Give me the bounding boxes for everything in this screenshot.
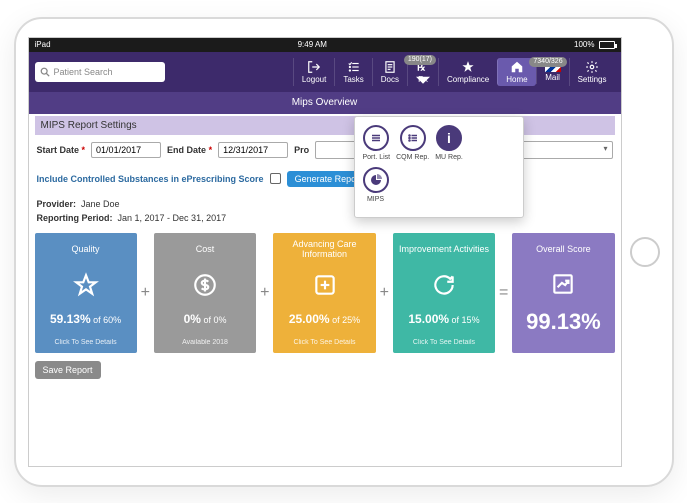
home-icon <box>510 60 524 74</box>
report-meta: Provider: Jane Doe Reporting Period: Jan… <box>35 193 615 229</box>
search-icon <box>40 67 50 77</box>
tasks-icon <box>347 60 361 74</box>
flyout-port-list[interactable]: Port. List <box>363 125 391 161</box>
nav-compliance[interactable]: Compliance <box>438 58 497 86</box>
start-date-input[interactable] <box>91 142 161 158</box>
card-aci[interactable]: Advancing Care Information 25.00% of 25%… <box>273 233 375 353</box>
mail-badge: 7340/326 <box>529 57 566 67</box>
star-icon <box>461 60 475 74</box>
equals-icon: = <box>499 284 508 302</box>
card-overall-value: 99.13% <box>526 309 601 335</box>
chart-up-icon <box>550 271 576 297</box>
card-quality-title: Quality <box>72 239 100 259</box>
battery-icon <box>599 41 615 49</box>
medical-plus-icon <box>312 272 338 298</box>
card-quality-sub: Click To See Details <box>55 339 117 346</box>
refresh-icon <box>431 272 457 298</box>
nav-tasks-label: Tasks <box>343 75 363 84</box>
flyout-mips-label: MIPS <box>367 196 384 203</box>
rx-badge: 190(17) <box>404 55 436 65</box>
clock: 9:49 AM <box>51 40 575 49</box>
card-ia-title: Improvement Activities <box>399 239 489 259</box>
flyout-mu-rep[interactable]: i MU Rep. <box>435 125 463 161</box>
meta-period-value: Jan 1, 2017 - Dec 31, 2017 <box>118 213 227 223</box>
end-date-input[interactable] <box>218 142 288 158</box>
nav-compliance-label: Compliance <box>447 75 489 84</box>
pie-icon <box>370 174 382 186</box>
card-overall-title: Overall Score <box>536 239 591 259</box>
home-flyout: Port. List CQM Rep. i MU Rep. MIPS <box>354 116 524 218</box>
top-nav: Logout Tasks Docs 190(17) ℞ Rx <box>167 58 615 86</box>
card-aci-title: Advancing Care Information <box>277 239 371 259</box>
card-quality[interactable]: Quality 59.13% of 60% Click To See Detai… <box>35 233 137 353</box>
card-ia-value: 15.00% <box>408 312 449 326</box>
info-icon: i <box>436 125 462 151</box>
card-ia-sub: Click To See Details <box>413 339 475 346</box>
chevron-down-icon <box>416 74 430 88</box>
date-row: Start Date * End Date * Pro <box>35 135 615 165</box>
controlled-substances-label: Include Controlled Substances in ePrescr… <box>37 174 264 184</box>
card-cost-value: 0% <box>184 312 201 326</box>
plus-icon: + <box>380 284 389 302</box>
star-outline-icon <box>73 272 99 298</box>
meta-provider-value: Jane Doe <box>81 199 120 209</box>
card-cost-title: Cost <box>196 239 215 259</box>
flyout-mu-label: MU Rep. <box>435 154 463 161</box>
flyout-port-label: Port. List <box>363 154 391 161</box>
nav-mail[interactable]: 7340/326 Mail <box>536 60 569 84</box>
status-bar: iPad 9:49 AM 100% <box>29 38 621 52</box>
docs-icon <box>383 60 397 74</box>
flyout-cqm-rep[interactable]: CQM Rep. <box>396 125 429 161</box>
meta-provider-label: Provider: <box>37 199 77 209</box>
ipad-frame: iPad 9:49 AM 100% Patient Search Logout … <box>14 17 674 487</box>
score-cards: Quality 59.13% of 60% Click To See Detai… <box>35 233 615 353</box>
nav-logout[interactable]: Logout <box>293 58 334 86</box>
sub-header-title: Mips Overview <box>292 97 358 108</box>
card-aci-sub: Click To See Details <box>293 339 355 346</box>
save-report-button[interactable]: Save Report <box>35 361 101 379</box>
patient-search-input[interactable]: Patient Search <box>35 62 165 82</box>
card-quality-value: 59.13% <box>50 312 91 326</box>
nav-logout-label: Logout <box>302 75 326 84</box>
controlled-row: Include Controlled Substances in ePrescr… <box>35 165 615 193</box>
card-aci-value: 25.00% <box>289 312 330 326</box>
nav-docs-label: Docs <box>381 75 399 84</box>
top-nav-bar: Patient Search Logout Tasks Docs 190(17) <box>29 52 621 92</box>
card-ia[interactable]: Improvement Activities 15.00% of 15% Cli… <box>393 233 495 353</box>
end-date-label: End Date * <box>167 145 212 155</box>
carrier-label: iPad <box>35 40 51 49</box>
flyout-mips[interactable]: MIPS <box>363 167 389 203</box>
gear-icon <box>585 60 599 74</box>
nav-settings[interactable]: Settings <box>569 58 615 86</box>
battery-percent: 100% <box>574 40 594 49</box>
card-overall[interactable]: Overall Score 99.13% <box>512 233 614 353</box>
card-cost-sub: Available 2018 <box>182 339 228 346</box>
nav-settings-label: Settings <box>578 75 607 84</box>
screen: iPad 9:49 AM 100% Patient Search Logout … <box>28 37 622 467</box>
plus-icon: + <box>260 284 269 302</box>
nav-tasks[interactable]: Tasks <box>334 58 371 86</box>
nav-docs[interactable]: Docs <box>372 58 407 86</box>
dollar-icon <box>192 272 218 298</box>
flyout-cqm-label: CQM Rep. <box>396 154 429 161</box>
nav-home-label: Home <box>506 75 527 84</box>
ipad-home-button[interactable] <box>630 237 660 267</box>
card-cost[interactable]: Cost 0% of 0% Available 2018 <box>154 233 256 353</box>
panel-title: MIPS Report Settings <box>35 116 615 135</box>
nav-rx[interactable]: 190(17) ℞ Rx <box>407 58 438 86</box>
logout-icon <box>307 60 321 74</box>
sub-header: Mips Overview <box>29 92 621 114</box>
controlled-substances-checkbox[interactable] <box>270 173 281 184</box>
start-date-label: Start Date * <box>37 145 86 155</box>
provider-label: Pro <box>294 145 309 155</box>
search-placeholder: Patient Search <box>54 67 113 77</box>
plus-icon: + <box>141 284 150 302</box>
nav-mail-label: Mail <box>545 73 560 82</box>
meta-period-label: Reporting Period: <box>37 213 113 223</box>
main-content: MIPS Report Settings Start Date * End Da… <box>29 116 621 379</box>
